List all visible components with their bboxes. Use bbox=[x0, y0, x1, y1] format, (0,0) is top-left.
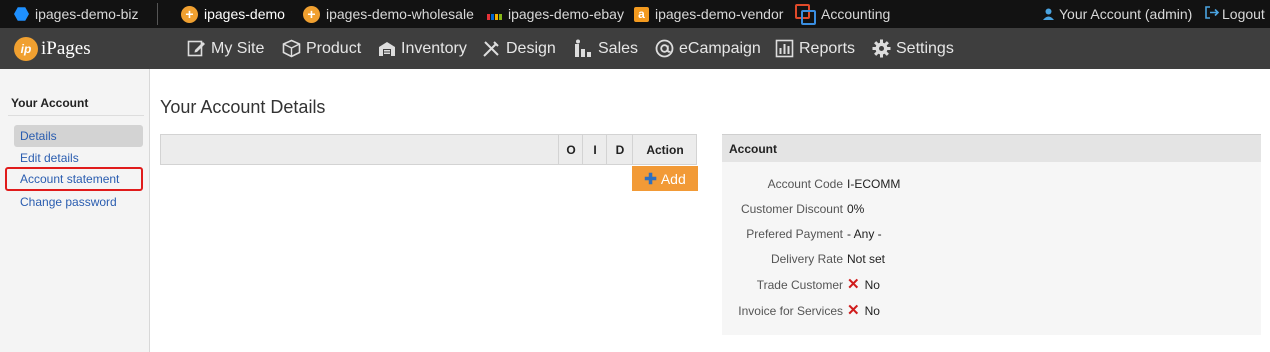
box-icon bbox=[282, 39, 301, 58]
divider bbox=[8, 115, 144, 116]
nav-label: Reports bbox=[799, 39, 856, 57]
column-header-i[interactable]: I bbox=[582, 135, 607, 164]
ebay-icon bbox=[487, 8, 502, 20]
logout-link[interactable]: Logout bbox=[1205, 0, 1265, 28]
ipages-logo[interactable]: ip iPages bbox=[14, 37, 91, 61]
account-sidebar: Your Account Details Edit details Accoun… bbox=[0, 69, 150, 352]
field-label: Account Code bbox=[767, 177, 843, 191]
site-label: ipages-demo-wholesale bbox=[326, 6, 474, 22]
account-row-code: Account Code I-ECOMM bbox=[722, 174, 1261, 194]
cross-icon: ✕ bbox=[847, 302, 860, 319]
field-value: ✕ No bbox=[847, 275, 880, 295]
account-row-payment: Prefered Payment - Any - bbox=[722, 224, 1261, 244]
field-value: 0% bbox=[847, 202, 865, 216]
user-icon bbox=[1043, 8, 1055, 20]
field-value: - Any - bbox=[847, 227, 882, 241]
nav-label: My Site bbox=[211, 39, 265, 57]
logo-text: iPages bbox=[41, 38, 91, 59]
plus-icon: + bbox=[303, 5, 320, 23]
site-switch-ipages-demo-wholesale[interactable]: + ipages-demo-wholesale bbox=[303, 0, 474, 28]
field-label: Customer Discount bbox=[740, 202, 843, 216]
nav-inventory[interactable]: Inventory bbox=[378, 28, 467, 69]
nav-label: Settings bbox=[896, 39, 954, 57]
gear-icon bbox=[872, 39, 891, 58]
field-value-text: No bbox=[864, 278, 880, 292]
field-label: Trade Customer bbox=[756, 278, 843, 292]
site-switch-ipages-demo-vendor[interactable]: a ipages-demo-vendor bbox=[634, 0, 783, 28]
column-header-action: Action bbox=[632, 135, 697, 164]
field-value: ✕ No bbox=[847, 301, 880, 321]
nav-label: Design bbox=[506, 39, 556, 57]
nav-ecampaign[interactable]: eCampaign bbox=[655, 28, 761, 69]
field-label: Delivery Rate bbox=[770, 252, 843, 266]
hexagon-icon bbox=[14, 7, 29, 21]
logout-label: Logout bbox=[1222, 6, 1265, 22]
nav-reports[interactable]: Reports bbox=[775, 28, 855, 69]
amazon-icon: a bbox=[634, 6, 649, 22]
nav-settings[interactable]: Settings bbox=[872, 28, 954, 69]
nav-product[interactable]: Product bbox=[282, 28, 361, 69]
site-switch-ipages-demo-ebay[interactable]: ipages-demo-ebay bbox=[487, 0, 624, 28]
sidebar-item-details[interactable]: Details bbox=[14, 125, 143, 147]
nav-sales[interactable]: Sales bbox=[574, 28, 638, 69]
site-switch-accounting[interactable]: Accounting bbox=[795, 0, 890, 28]
plus-icon: ✚ bbox=[644, 170, 657, 188]
column-header-o[interactable]: O bbox=[558, 135, 583, 164]
top-bar: ipages-demo-biz + ipages-demo + ipages-d… bbox=[0, 0, 1270, 28]
main-nav: ip iPages My Site Product Inventory Desi… bbox=[0, 28, 1270, 69]
nav-label: Inventory bbox=[401, 39, 467, 57]
account-row-invoice-services: Invoice for Services ✕ No bbox=[722, 301, 1261, 321]
nav-label: eCampaign bbox=[679, 39, 761, 57]
sidebar-item-account-statement[interactable]: Account statement bbox=[5, 167, 143, 191]
nav-label: Product bbox=[306, 39, 362, 57]
account-row-discount: Customer Discount 0% bbox=[722, 199, 1261, 219]
nav-design[interactable]: Design bbox=[482, 28, 556, 69]
edit-icon bbox=[187, 40, 205, 57]
add-label: Add bbox=[660, 170, 686, 187]
warehouse-icon bbox=[379, 41, 395, 56]
site-label: Accounting bbox=[821, 6, 891, 22]
site-switch-ipages-demo[interactable]: + ipages-demo bbox=[181, 0, 285, 28]
site-label: ipages-demo-ebay bbox=[508, 6, 624, 22]
logout-icon bbox=[1205, 6, 1220, 22]
site-label: ipages-demo bbox=[204, 6, 285, 22]
site-label: ipages-demo-biz bbox=[35, 6, 139, 22]
accounting-icon bbox=[795, 4, 816, 25]
account-panel-heading: Account bbox=[722, 134, 1261, 162]
account-label: Your Account (admin) bbox=[1059, 6, 1193, 22]
sidebar-item-change-password[interactable]: Change password bbox=[14, 191, 143, 213]
account-row-trade-customer: Trade Customer ✕ No bbox=[722, 275, 1261, 295]
field-value: Not set bbox=[847, 252, 886, 266]
field-label: Prefered Payment bbox=[746, 227, 843, 241]
cross-icon: ✕ bbox=[847, 276, 860, 293]
divider bbox=[157, 3, 158, 25]
your-account-link[interactable]: Your Account (admin) bbox=[1043, 0, 1192, 28]
tools-icon bbox=[483, 41, 499, 57]
account-row-delivery-rate: Delivery Rate Not set bbox=[722, 249, 1261, 269]
records-grid-header: O I D Action bbox=[160, 134, 697, 165]
account-panel: Account Account Code I-ECOMM Customer Di… bbox=[722, 134, 1261, 335]
add-button[interactable]: ✚ Add bbox=[632, 166, 698, 191]
nav-my-site[interactable]: My Site bbox=[187, 28, 264, 69]
at-icon bbox=[655, 39, 674, 58]
column-header-d[interactable]: D bbox=[606, 135, 633, 164]
field-label: Invoice for Services bbox=[738, 304, 843, 318]
chart-icon bbox=[775, 39, 794, 58]
nav-label: Sales bbox=[598, 39, 639, 57]
field-value: I-ECOMM bbox=[847, 177, 901, 191]
sales-icon bbox=[575, 39, 591, 57]
sidebar-item-edit-details[interactable]: Edit details bbox=[14, 147, 143, 169]
page-title: Your Account Details bbox=[160, 97, 326, 117]
site-switch-ipages-demo-biz[interactable]: ipages-demo-biz bbox=[14, 0, 139, 28]
field-value-text: No bbox=[864, 304, 880, 318]
sidebar-title: Your Account bbox=[11, 96, 89, 110]
site-label: ipages-demo-vendor bbox=[655, 6, 784, 22]
logo-badge: ip bbox=[14, 37, 38, 61]
plus-icon: + bbox=[181, 5, 198, 23]
